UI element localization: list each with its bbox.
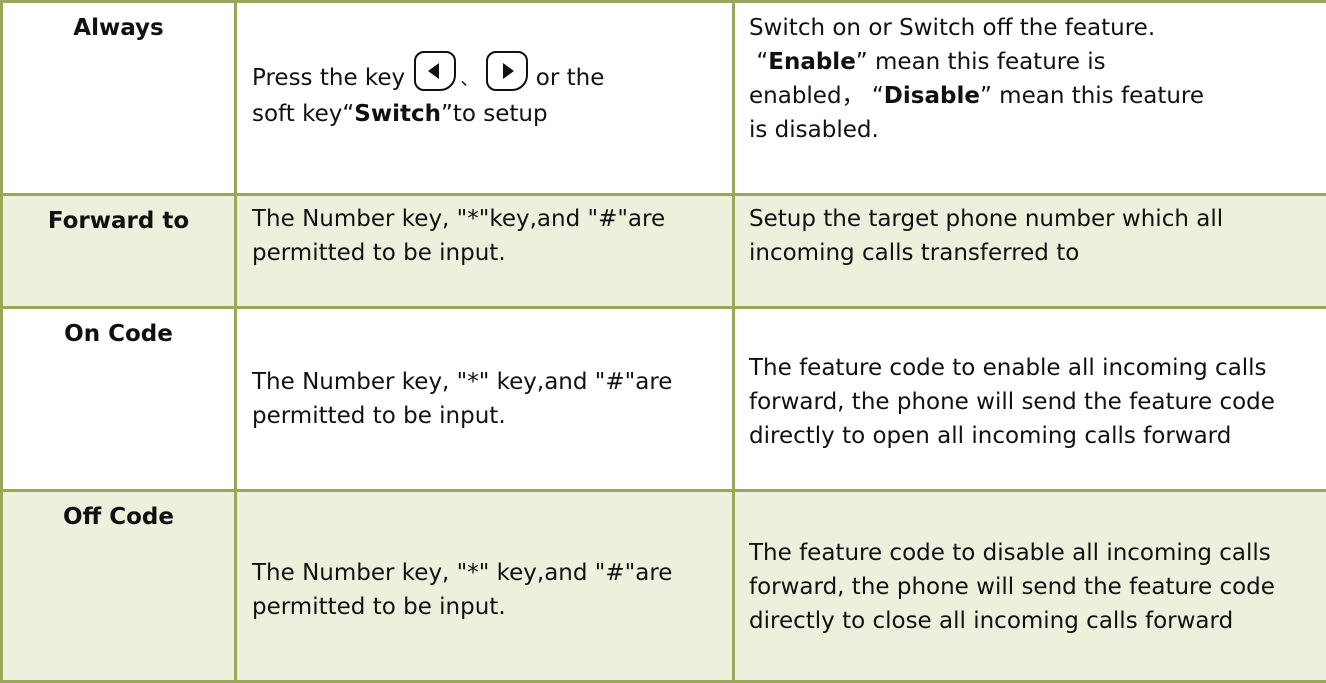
- switch-softkey-label: Switch: [354, 101, 441, 127]
- key-separator: 、: [460, 69, 478, 90]
- description-cell: The feature code to disable all incoming…: [734, 491, 1326, 682]
- field-label-cell: On Code: [2, 308, 236, 491]
- call-forward-settings-table: Always Press the key 、 or the soft key“S…: [0, 0, 1326, 683]
- description-cell: The feature code to enable all incoming …: [734, 308, 1326, 491]
- input-method-cell: The Number key, "*" key,and "#"are permi…: [236, 308, 734, 491]
- table-row-forward-to: Forward to The Number key, "*"key,and "#…: [2, 195, 1326, 308]
- input-method-cell: Press the key 、 or the soft key“Switch”t…: [236, 2, 734, 195]
- field-label-always: Always: [3, 3, 234, 45]
- field-label-cell: Always: [2, 2, 236, 195]
- input-method-cell: The Number key, "*"key,and "#"are permit…: [236, 195, 734, 308]
- soft-key-text: soft key“: [252, 101, 354, 127]
- field-label-forward-to: Forward to: [3, 196, 234, 238]
- enabled-text: enabled， “: [749, 83, 884, 109]
- description-line-1: Switch on or Switch off the feature.: [749, 15, 1155, 41]
- field-label-cell: Off Code: [2, 491, 236, 682]
- is-disabled-text: is disabled.: [749, 117, 879, 143]
- input-method-on-code: The Number key, "*" key,and "#"are permi…: [237, 309, 732, 433]
- description-cell: Setup the target phone number which all …: [734, 195, 1326, 308]
- table-row-off-code: Off Code The Number key, "*" key,and "#"…: [2, 491, 1326, 682]
- input-method-always: Press the key 、 or the soft key“Switch”t…: [237, 3, 732, 131]
- description-cell: Switch on or Switch off the feature. “En…: [734, 2, 1326, 195]
- press-key-text: Press the key: [252, 65, 412, 91]
- disable-meaning-text: ” mean this feature: [980, 83, 1204, 109]
- description-off-code: The feature code to disable all incoming…: [735, 492, 1326, 638]
- right-arrow-key-icon: [486, 51, 528, 91]
- field-label-off-code: Off Code: [3, 492, 234, 534]
- input-method-forward-to: The Number key, "*"key,and "#"are permit…: [237, 196, 732, 270]
- enable-keyword: Enable: [768, 49, 856, 75]
- field-label-cell: Forward to: [2, 195, 236, 308]
- enable-meaning-text: ” mean this feature is: [856, 49, 1106, 75]
- input-method-cell: The Number key, "*" key,and "#"are permi…: [236, 491, 734, 682]
- or-the-text: or the: [528, 65, 604, 91]
- description-on-code: The feature code to enable all incoming …: [735, 309, 1326, 453]
- disable-keyword: Disable: [884, 83, 980, 109]
- left-arrow-key-icon: [414, 51, 456, 91]
- input-method-off-code: The Number key, "*" key,and "#"are permi…: [237, 492, 732, 624]
- field-label-on-code: On Code: [3, 309, 234, 351]
- description-forward-to: Setup the target phone number which all …: [735, 196, 1326, 270]
- table-row-always: Always Press the key 、 or the soft key“S…: [2, 2, 1326, 195]
- to-setup-text: ”to setup: [441, 101, 548, 127]
- table-row-on-code: On Code The Number key, "*" key,and "#"a…: [2, 308, 1326, 491]
- enable-quote-open: “: [756, 49, 768, 75]
- description-always: Switch on or Switch off the feature. “En…: [735, 3, 1326, 147]
